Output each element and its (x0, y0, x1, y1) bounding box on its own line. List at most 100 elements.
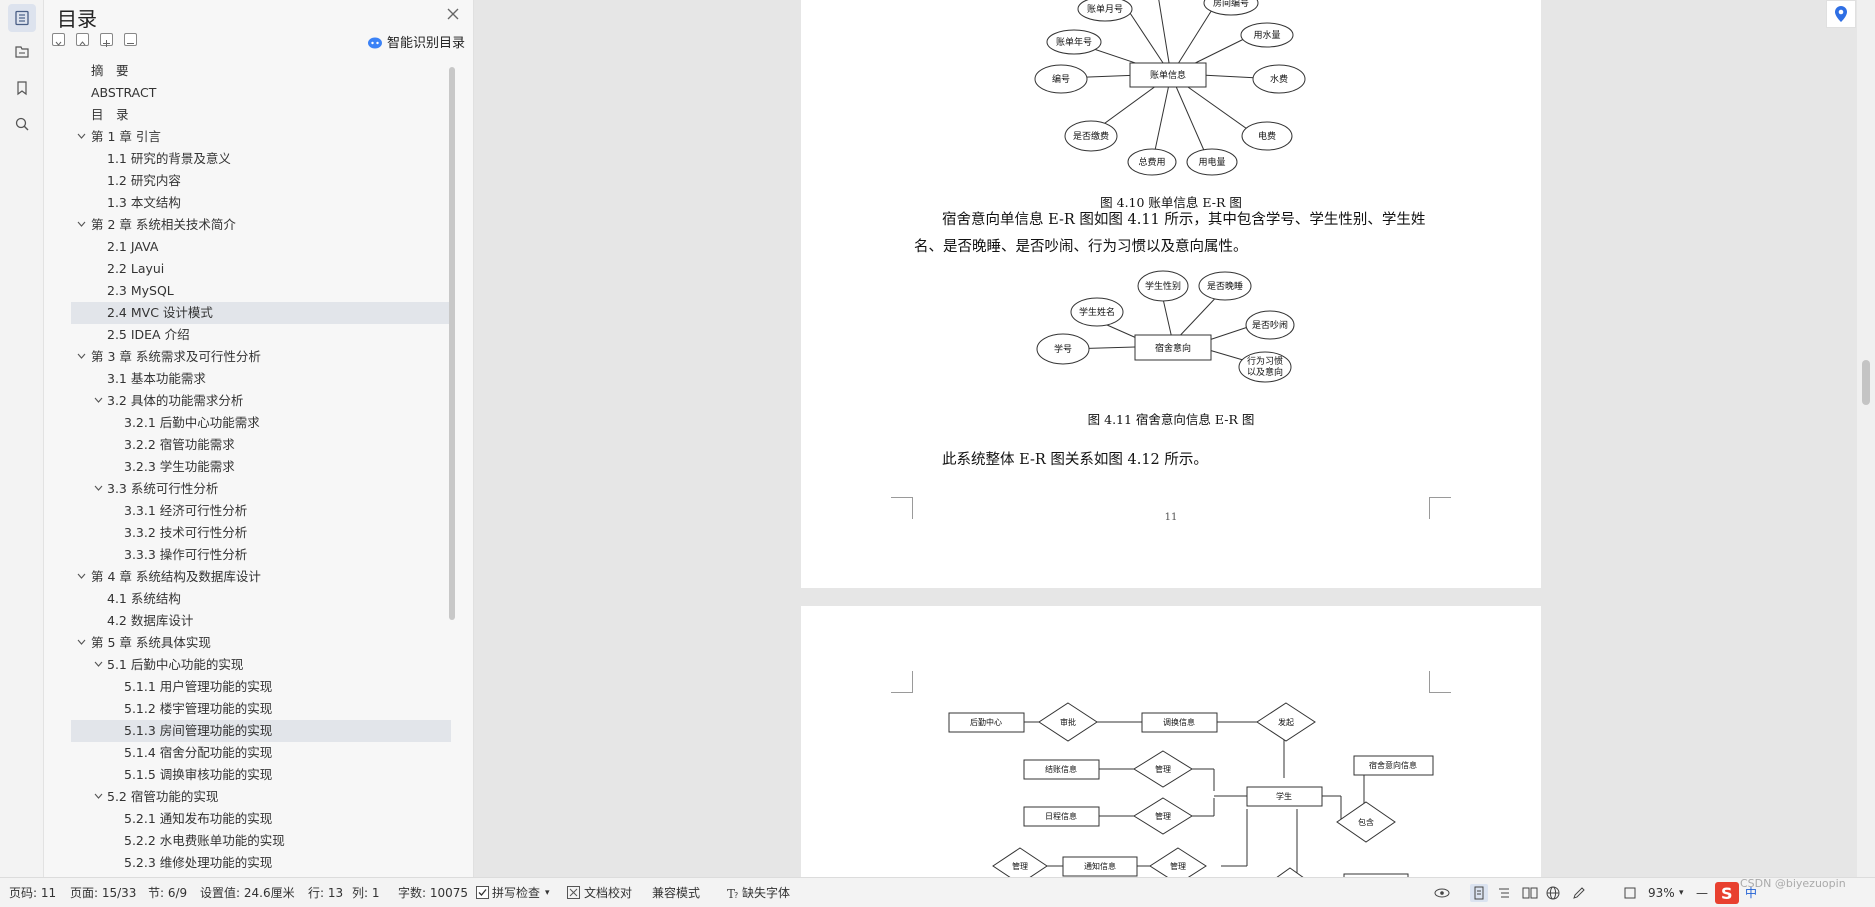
status-setting[interactable]: 设置值: 24.6厘米 (200, 878, 295, 907)
toc-item[interactable]: 第 2 章 系统相关技术简介 (71, 214, 451, 236)
toc-item[interactable]: 5.1.2 楼宇管理功能的实现 (71, 698, 451, 720)
add-heading-icon[interactable] (100, 33, 113, 47)
collapse-all-icon[interactable] (76, 33, 89, 46)
toc-item[interactable]: 2.5 IDEA 介绍 (71, 324, 451, 346)
toc-item[interactable]: 3.1 基本功能需求 (71, 368, 451, 390)
toc-item[interactable]: 3.2.3 学生功能需求 (71, 456, 451, 478)
chevron-down-icon[interactable] (77, 639, 86, 645)
toc-item[interactable]: 3.3 系统可行性分析 (71, 478, 451, 500)
toc-item[interactable]: 摘 要 (71, 60, 451, 82)
toc-item[interactable]: 5.1.3 房间管理功能的实现 (71, 720, 451, 742)
status-section[interactable]: 节: 6/9 (148, 878, 187, 907)
bookmark-icon[interactable] (8, 74, 36, 102)
chevron-down-icon[interactable] (94, 397, 103, 403)
chevron-down-icon[interactable]: ▾ (1679, 878, 1684, 907)
spell-check-button[interactable]: 拼写检查 (492, 878, 540, 907)
toc-item[interactable]: 5.2 宿管功能的实现 (71, 786, 451, 808)
fit-page-icon[interactable] (1623, 886, 1637, 900)
document-page: 账单月号 房间编号 账单年号 用水量 编号 水费 是否缴费 总费用 用电量 电费… (801, 0, 1541, 588)
outline-view-icon[interactable] (1497, 886, 1511, 900)
toc-item-label: 1.1 研究的背景及意义 (107, 151, 231, 166)
toc-item[interactable]: 4.1 系统结构 (71, 588, 451, 610)
toc-item[interactable]: 目 录 (71, 104, 451, 126)
status-col[interactable]: 列: 1 (352, 878, 380, 907)
toc-icon[interactable] (8, 4, 36, 32)
page-view-icon[interactable] (1470, 884, 1488, 902)
toc-item[interactable]: 5.1.4 宿舍分配功能的实现 (71, 742, 451, 764)
toc-scrollbar[interactable] (449, 67, 455, 620)
eye-icon[interactable] (1434, 886, 1450, 900)
toc-item[interactable]: 3.2.2 宿管功能需求 (71, 434, 451, 456)
expand-all-icon[interactable] (52, 33, 65, 46)
er-label: 调换信息 (1163, 717, 1195, 727)
remove-heading-icon[interactable] (124, 33, 137, 46)
proofread-button[interactable]: 文档校对 (584, 878, 632, 907)
search-icon[interactable] (8, 110, 36, 138)
paragraph-line: 此系统整体 E-R 图关系如图 4.12 所示。 (942, 452, 1208, 468)
missing-font-icon[interactable]: T? (726, 886, 740, 901)
toc-item[interactable]: 3.3.3 操作可行性分析 (71, 544, 451, 566)
location-pin-icon[interactable] (1826, 0, 1856, 28)
missing-font-button[interactable]: 缺失字体 (742, 878, 790, 907)
toc-item-label: 5.2.1 通知发布功能的实现 (124, 811, 273, 826)
toc-item[interactable]: 3.3.1 经济可行性分析 (71, 500, 451, 522)
status-row[interactable]: 行: 13 (308, 878, 343, 907)
toc-item-label: 3.2.2 宿管功能需求 (124, 437, 235, 452)
proofread-icon[interactable] (567, 886, 581, 900)
ai-toc-button[interactable]: 智能识别目录 (367, 32, 465, 51)
toc-item-label: 5.2.3 维修处理功能的实现 (124, 855, 273, 870)
toc-item[interactable]: 2.2 Layui (71, 258, 451, 280)
toc-item[interactable]: 5.2.3 维修处理功能的实现 (71, 852, 451, 870)
chevron-down-icon[interactable] (77, 353, 86, 359)
toc-item[interactable]: 5.2.2 水电费账单功能的实现 (71, 830, 451, 852)
status-page[interactable]: 页面: 15/33 (70, 878, 136, 907)
toc-item[interactable]: 1.2 研究内容 (71, 170, 451, 192)
toc-item[interactable]: 第 5 章 系统具体实现 (71, 632, 451, 654)
close-icon[interactable] (446, 6, 460, 20)
toc-item-label: 3.2 具体的功能需求分析 (107, 393, 244, 408)
chevron-down-icon[interactable] (77, 221, 86, 227)
chevron-down-icon[interactable] (94, 661, 103, 667)
chevron-down-icon[interactable]: ▾ (545, 878, 550, 907)
navigation-pane-icon[interactable] (8, 38, 36, 66)
toc-item[interactable]: 1.3 本文结构 (71, 192, 451, 214)
web-view-icon[interactable] (1546, 886, 1560, 900)
er-entity: 宿舍意向 (1155, 342, 1191, 354)
toc-item[interactable]: 第 1 章 引言 (71, 126, 451, 148)
toc-item[interactable]: 3.2.1 后勤中心功能需求 (71, 412, 451, 434)
read-mode-icon[interactable] (1522, 886, 1538, 900)
chevron-down-icon[interactable] (77, 133, 86, 139)
checkbox-icon[interactable] (476, 886, 490, 900)
er-attr: 行为习惯 (1247, 355, 1283, 367)
toc-item[interactable]: ABSTRACT (71, 82, 451, 104)
toc-item[interactable]: 5.1.1 用户管理功能的实现 (71, 676, 451, 698)
toc-item[interactable]: 第 3 章 系统需求及可行性分析 (71, 346, 451, 368)
pen-icon[interactable] (1572, 886, 1586, 900)
chevron-down-icon[interactable] (77, 573, 86, 579)
toc-item[interactable]: 5.1.5 调换审核功能的实现 (71, 764, 451, 786)
toc-item[interactable]: 2.3 MySQL (71, 280, 451, 302)
toc-item[interactable]: 第 4 章 系统结构及数据库设计 (71, 566, 451, 588)
toc-item[interactable]: 5.2.1 通知发布功能的实现 (71, 808, 451, 830)
status-words[interactable]: 字数: 10075 (398, 878, 468, 907)
status-page-code[interactable]: 页码: 11 (9, 878, 56, 907)
sogou-ime-icon[interactable]: S (1715, 882, 1739, 904)
svg-text:?: ? (734, 891, 738, 900)
zoom-level[interactable]: 93% (1648, 878, 1675, 907)
toc-item[interactable]: 3.2 具体的功能需求分析 (71, 390, 451, 412)
zoom-out-icon[interactable]: — (1696, 878, 1708, 907)
chevron-down-icon[interactable] (94, 485, 103, 491)
toc-item[interactable]: 3.3.2 技术可行性分析 (71, 522, 451, 544)
toc-item[interactable]: 1.1 研究的背景及意义 (71, 148, 451, 170)
toc-item[interactable]: 2.1 JAVA (71, 236, 451, 258)
toc-item-label: 5.1 后勤中心功能的实现 (107, 657, 244, 672)
vertical-scrollbar[interactable] (1857, 0, 1875, 877)
toc-item[interactable]: 4.2 数据库设计 (71, 610, 451, 632)
scrollbar-thumb[interactable] (1862, 360, 1870, 405)
toc-list: 摘 要 ABSTRACT 目 录第 1 章 引言 1.1 研究的背景及意义 1.2 研究… (44, 60, 454, 870)
toc-item[interactable]: 2.4 MVC 设计模式 (71, 302, 451, 324)
chevron-down-icon[interactable] (94, 793, 103, 799)
er-label: 后勤中心 (970, 717, 1002, 727)
compat-mode-label[interactable]: 兼容模式 (652, 878, 700, 907)
toc-item[interactable]: 5.1 后勤中心功能的实现 (71, 654, 451, 676)
